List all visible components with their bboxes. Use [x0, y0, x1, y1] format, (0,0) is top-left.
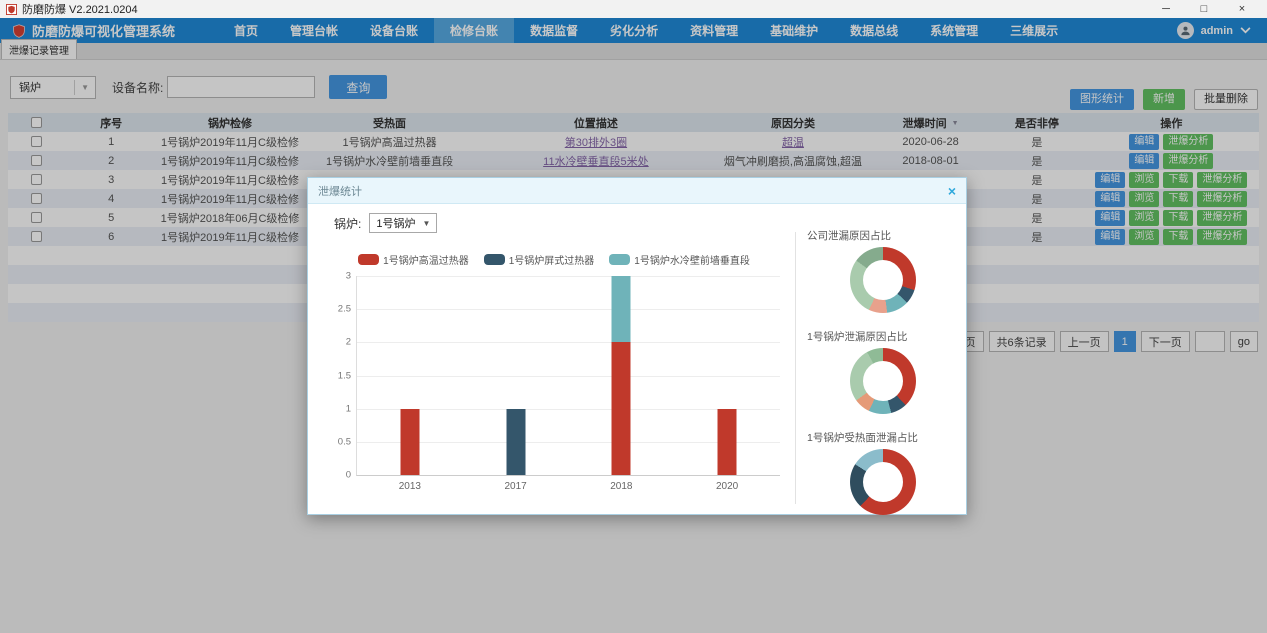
bar-2017	[506, 276, 525, 475]
bar-segment	[718, 409, 737, 475]
bar-segment	[612, 276, 631, 342]
x-axis-label: 2020	[716, 481, 738, 492]
maximize-button[interactable]: □	[1185, 0, 1223, 18]
donut-hole	[863, 361, 903, 401]
y-axis-tick: 0.5	[338, 436, 351, 447]
legend-item-1: 1号锅炉屏式过热器	[484, 252, 595, 267]
modal-title: 泄爆统计	[318, 183, 362, 199]
y-axis-tick: 2	[346, 337, 351, 348]
bar-2013	[400, 276, 419, 475]
minimize-button[interactable]: ─	[1147, 0, 1185, 18]
gridline	[357, 409, 780, 410]
gridline	[357, 376, 780, 377]
bar-2018	[612, 276, 631, 475]
app-icon	[6, 4, 17, 15]
x-axis-label: 2013	[399, 481, 421, 492]
legend-item-0: 1号锅炉高温过热器	[358, 252, 469, 267]
legend-swatch	[358, 254, 379, 265]
chart-divider	[795, 232, 796, 504]
donut-ring	[850, 348, 916, 414]
legend-item-2: 1号锅炉水冷壁前墙垂直段	[609, 252, 750, 267]
modal-body: 锅炉: 1号锅炉 ▼ 1号锅炉高温过热器 1号锅炉屏式过热器 1号锅炉水冷壁前墙垂直…	[308, 204, 966, 514]
x-axis-label: 2017	[505, 481, 527, 492]
legend-swatch	[609, 254, 630, 265]
gridline	[357, 442, 780, 443]
legend-label: 1号锅炉屏式过热器	[509, 252, 595, 267]
donut-column: 公司泄漏原因占比 1号锅炉泄漏原因占比 1号锅炉受热面泄漏占比	[807, 228, 959, 531]
bar-segment	[400, 409, 419, 475]
x-axis-label: 2018	[610, 481, 632, 492]
donut-title: 1号锅炉受热面泄漏占比	[807, 430, 959, 445]
bar-segment	[612, 342, 631, 475]
donut-hole	[863, 462, 903, 502]
window-titlebar: 防磨防爆 V2.2021.0204 ─ □ ×	[0, 0, 1267, 18]
boiler-select[interactable]: 1号锅炉 ▼	[369, 213, 437, 233]
close-button[interactable]: ×	[1223, 0, 1261, 18]
legend-swatch	[484, 254, 505, 265]
legend-label: 1号锅炉高温过热器	[383, 252, 469, 267]
gridline	[357, 342, 780, 343]
gridline	[357, 309, 780, 310]
donut-title: 公司泄漏原因占比	[807, 228, 959, 243]
bar-chart-area: 1号锅炉高温过热器1号锅炉屏式过热器1号锅炉水冷壁前墙垂直段 00.511.52…	[318, 252, 790, 502]
bar-2020	[718, 276, 737, 475]
donut-chart-1: 1号锅炉泄漏原因占比	[807, 329, 959, 430]
y-axis-tick: 0	[346, 470, 351, 481]
donut-hole	[863, 260, 903, 300]
leak-stats-modal: 泄爆统计 × 锅炉: 1号锅炉 ▼ 1号锅炉高温过热器1号锅炉屏式过热器1号锅炉…	[307, 177, 967, 515]
gridline	[357, 276, 780, 277]
legend-label: 1号锅炉水冷壁前墙垂直段	[634, 252, 750, 267]
chart-legend: 1号锅炉高温过热器 1号锅炉屏式过热器 1号锅炉水冷壁前墙垂直段	[318, 252, 790, 266]
donut-ring	[850, 449, 916, 515]
chevron-down-icon: ▼	[422, 219, 430, 228]
y-axis-tick: 2.5	[338, 304, 351, 315]
y-axis-tick: 1.5	[338, 370, 351, 381]
boiler-label: 锅炉:	[334, 215, 361, 232]
y-axis-tick: 3	[346, 271, 351, 282]
bar-plot: 00.511.522.532013201720182020	[356, 276, 780, 476]
donut-chart-0: 公司泄漏原因占比	[807, 228, 959, 329]
donut-title: 1号锅炉泄漏原因占比	[807, 329, 959, 344]
modal-header: 泄爆统计 ×	[308, 178, 966, 204]
boiler-select-value: 1号锅炉	[376, 215, 415, 231]
donut-chart-2: 1号锅炉受热面泄漏占比	[807, 430, 959, 531]
bar-segment	[506, 409, 525, 475]
donut-ring	[850, 247, 916, 313]
modal-close-icon[interactable]: ×	[948, 184, 956, 198]
window-title: 防磨防爆 V2.2021.0204	[22, 1, 138, 17]
y-axis-tick: 1	[346, 403, 351, 414]
